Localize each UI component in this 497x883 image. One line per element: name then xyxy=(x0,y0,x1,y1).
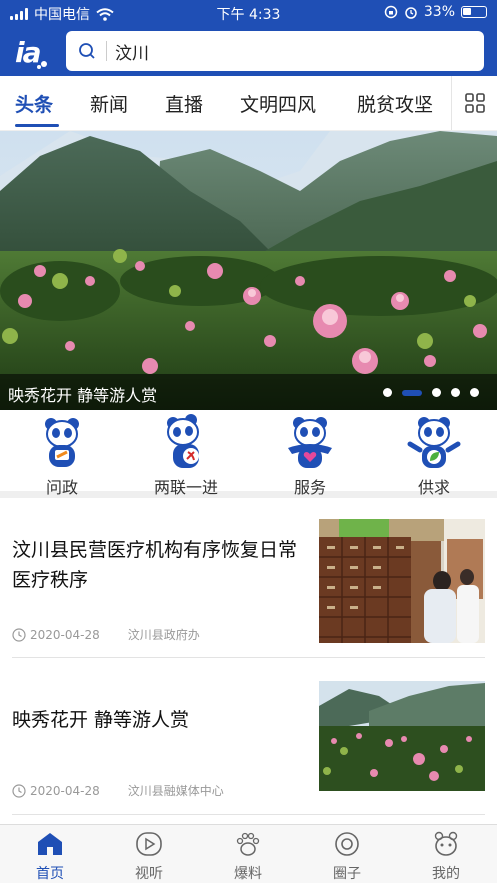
carousel-dots xyxy=(383,388,479,397)
banner-caption-text: 映秀花开 静等游人赏 xyxy=(8,386,158,405)
circle-icon xyxy=(335,832,359,856)
search-icon xyxy=(79,43,95,59)
quick-action-service[interactable]: 服务 xyxy=(250,414,370,498)
bottom-tab-bar: 首页 视听 爆料 圈子 我的 xyxy=(0,824,497,883)
tab-headlines[interactable]: 头条 xyxy=(15,90,53,117)
battery-icon xyxy=(461,6,487,18)
play-icon xyxy=(136,832,162,856)
flower-field-image xyxy=(319,681,485,791)
quick-action-lianglian[interactable]: 两联一进 xyxy=(126,414,246,498)
news-divider xyxy=(12,657,485,658)
tabbar-label: 我的 xyxy=(432,866,460,882)
quick-actions: 问政 两联一进 服务 供求 xyxy=(0,410,497,498)
news-source: 汶川县融媒体中心 xyxy=(127,784,224,798)
tab-indicator xyxy=(15,124,59,127)
news-item[interactable]: 汶川县民营医疗机构有序恢复日常医疗秩序 2020-04-28 汶川县政府办 xyxy=(12,505,485,655)
panda-megaphone-icon xyxy=(45,418,79,467)
tabbar-mine[interactable]: 我的 xyxy=(416,831,476,883)
banner-caption: 映秀花开 静等游人赏 xyxy=(0,374,497,410)
app-logo[interactable]: ia xyxy=(12,31,54,73)
tab-news[interactable]: 新闻 xyxy=(90,90,128,117)
carousel-dot[interactable] xyxy=(383,388,392,397)
alarm-icon xyxy=(405,7,417,19)
channel-grid-button[interactable] xyxy=(451,76,497,130)
news-item[interactable]: 映秀花开 静等游人赏 2020-04-28 汶川县融媒体中心 xyxy=(12,665,485,815)
news-thumbnail xyxy=(319,519,485,643)
news-title: 映秀花开 静等游人赏 xyxy=(12,709,190,731)
tab-civilization[interactable]: 文明四风 xyxy=(240,90,316,117)
panda-leaf-icon xyxy=(407,417,461,468)
tabbar-tipoff[interactable]: 爆料 xyxy=(218,831,278,883)
tabbar-label: 视听 xyxy=(135,866,163,882)
news-date: 2020-04-28 xyxy=(30,783,100,798)
search-input[interactable] xyxy=(106,41,466,61)
search-bar[interactable] xyxy=(66,31,484,71)
news-meta: 2020-04-28 汶川县融媒体中心 xyxy=(12,782,224,799)
quick-action-label: 问政 xyxy=(45,478,78,497)
tab-live[interactable]: 直播 xyxy=(165,90,203,117)
channel-tabs: 头条 新闻 直播 文明四风 脱贫攻坚 xyxy=(0,76,497,131)
tab-poverty[interactable]: 脱贫攻坚 xyxy=(357,90,433,117)
status-bar: 中国电信 下午 4:33 33% xyxy=(0,0,497,26)
clock-icon xyxy=(12,627,26,642)
clock-icon xyxy=(12,783,26,798)
banner-carousel[interactable]: 映秀花开 静等游人赏 xyxy=(0,131,497,410)
quick-action-label: 两联一进 xyxy=(153,478,218,497)
banner-image xyxy=(0,131,497,410)
news-divider xyxy=(12,814,485,815)
carousel-dot-active[interactable] xyxy=(402,389,422,396)
tabbar-circle[interactable]: 圈子 xyxy=(317,831,377,883)
panda-party-icon xyxy=(167,414,199,468)
news-title: 汶川县民营医疗机构有序恢复日常医疗秩序 xyxy=(12,539,298,591)
quick-action-supply[interactable]: 供求 xyxy=(374,414,494,498)
quick-action-label: 供求 xyxy=(417,478,450,497)
grid-icon xyxy=(464,93,485,113)
tabbar-label: 首页 xyxy=(36,866,64,882)
tabbar-video[interactable]: 视听 xyxy=(119,831,179,883)
svg-text:ia: ia xyxy=(15,36,41,69)
panda-profile-icon xyxy=(434,831,458,856)
rotation-lock-icon xyxy=(384,5,398,19)
logo-icon: ia xyxy=(15,36,47,69)
app-screen: 中国电信 下午 4:33 33% ia 头条 新闻 直播 文明四风 xyxy=(0,0,497,883)
carousel-dot[interactable] xyxy=(432,388,441,397)
pharmacy-image xyxy=(319,519,485,643)
tabbar-label: 爆料 xyxy=(234,866,262,882)
paw-icon xyxy=(236,832,260,856)
battery-percent: 33% xyxy=(423,4,455,20)
carousel-dot[interactable] xyxy=(451,388,460,397)
home-icon xyxy=(38,833,62,855)
news-date: 2020-04-28 xyxy=(30,627,100,642)
quick-action-wenzheng[interactable]: 问政 xyxy=(2,414,122,498)
app-header: ia xyxy=(0,26,497,76)
tabbar-label: 圈子 xyxy=(333,866,361,882)
quick-action-label: 服务 xyxy=(293,478,326,497)
news-meta: 2020-04-28 汶川县政府办 xyxy=(12,626,200,643)
panda-heart-icon xyxy=(288,417,332,468)
tabbar-home[interactable]: 首页 xyxy=(20,831,80,883)
carousel-dot[interactable] xyxy=(470,388,479,397)
news-thumbnail xyxy=(319,681,485,791)
news-source: 汶川县政府办 xyxy=(127,628,200,642)
